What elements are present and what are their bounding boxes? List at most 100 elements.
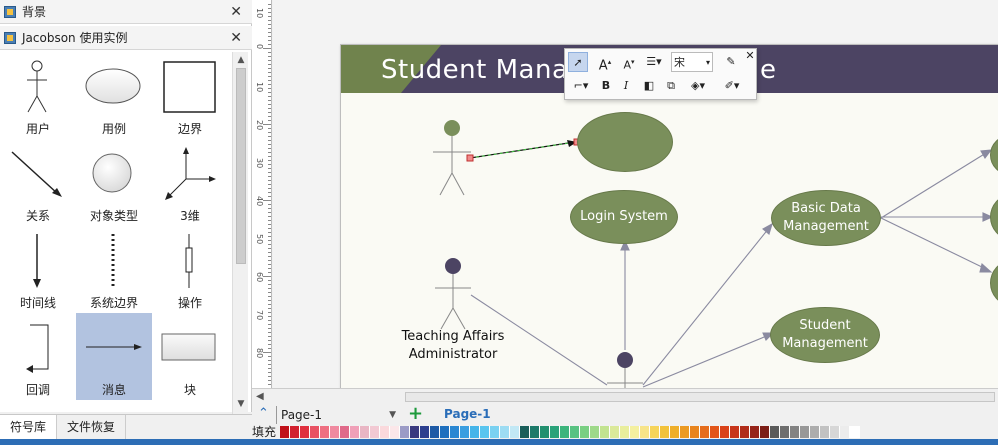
shape-relation[interactable]: 关系 bbox=[0, 139, 76, 226]
font-name-select[interactable]: 宋 ▾ bbox=[671, 52, 713, 72]
color-swatch[interactable] bbox=[600, 426, 610, 438]
color-swatch[interactable] bbox=[620, 426, 630, 438]
close-toolbar-icon[interactable]: ✕ bbox=[745, 46, 755, 66]
color-swatch[interactable] bbox=[460, 426, 470, 438]
decrease-font-icon[interactable]: A▾ bbox=[621, 52, 637, 72]
color-swatch[interactable] bbox=[280, 426, 290, 438]
canvas-hscrollbar[interactable]: ◀ bbox=[252, 388, 998, 405]
color-swatch[interactable] bbox=[290, 426, 300, 438]
color-swatch[interactable] bbox=[680, 426, 690, 438]
tab-page-1[interactable]: Page-1 bbox=[444, 407, 491, 421]
actor-student[interactable] bbox=[433, 120, 471, 196]
color-swatch[interactable] bbox=[390, 426, 400, 438]
color-swatch[interactable] bbox=[400, 426, 410, 438]
actor-teaching-admin[interactable] bbox=[435, 258, 471, 330]
scroll-down-icon[interactable]: ▼ bbox=[236, 399, 246, 409]
scroll-up-icon[interactable]: ▲ bbox=[236, 55, 246, 65]
color-swatch[interactable] bbox=[660, 426, 670, 438]
tab-symbol-library[interactable]: 符号库 bbox=[0, 415, 58, 439]
use-case-empty[interactable] bbox=[577, 112, 673, 172]
color-swatch[interactable] bbox=[540, 426, 550, 438]
fill-color-icon[interactable]: ◈▾ bbox=[685, 76, 711, 96]
color-swatch[interactable] bbox=[300, 426, 310, 438]
color-swatch[interactable] bbox=[580, 426, 590, 438]
color-swatch[interactable] bbox=[570, 426, 580, 438]
connector-handle[interactable] bbox=[466, 154, 474, 162]
color-swatch[interactable] bbox=[650, 426, 660, 438]
color-swatch[interactable] bbox=[670, 426, 680, 438]
tab-file-recovery[interactable]: 文件恢复 bbox=[57, 415, 127, 439]
shape-block[interactable]: 块 bbox=[152, 313, 228, 400]
actor-label-teaching-admin[interactable]: Teaching Affairs Administrator bbox=[393, 328, 513, 364]
hscroll-thumb[interactable] bbox=[405, 392, 995, 402]
pointer-tool-icon[interactable]: ➚ bbox=[568, 52, 588, 72]
color-swatch[interactable] bbox=[520, 426, 530, 438]
color-swatch[interactable] bbox=[640, 426, 650, 438]
scroll-left-icon[interactable]: ◀ bbox=[256, 391, 264, 402]
chevron-up-icon[interactable]: ⌃ bbox=[258, 406, 269, 421]
color-swatch[interactable] bbox=[320, 426, 330, 438]
shape-boundary[interactable]: 边界 bbox=[152, 52, 228, 139]
page-select[interactable]: Page-1 ▼ bbox=[276, 406, 400, 424]
connector-style-icon[interactable]: ⌐▾ bbox=[568, 76, 594, 96]
bring-front-icon[interactable]: ◧ bbox=[641, 76, 657, 96]
color-swatch[interactable] bbox=[380, 426, 390, 438]
color-swatch[interactable] bbox=[590, 426, 600, 438]
shape-timeline[interactable]: 时间线 bbox=[0, 226, 76, 313]
color-swatch[interactable] bbox=[740, 426, 750, 438]
add-page-icon[interactable]: + bbox=[408, 403, 423, 424]
color-swatch[interactable] bbox=[830, 426, 840, 438]
color-swatch[interactable] bbox=[700, 426, 710, 438]
color-swatch[interactable] bbox=[340, 426, 350, 438]
shape-system-boundary[interactable]: 系统边界 bbox=[76, 226, 152, 313]
color-swatch[interactable] bbox=[420, 426, 430, 438]
color-swatch[interactable] bbox=[770, 426, 780, 438]
group-icon[interactable]: ⧉ bbox=[663, 76, 679, 96]
color-swatch[interactable] bbox=[690, 426, 700, 438]
color-swatch[interactable] bbox=[720, 426, 730, 438]
scroll-thumb[interactable] bbox=[236, 68, 246, 264]
align-icon[interactable]: ☰▾ bbox=[643, 52, 665, 72]
use-case-login-system[interactable]: Login System bbox=[570, 190, 678, 244]
color-swatch[interactable] bbox=[450, 426, 460, 438]
color-swatch[interactable] bbox=[560, 426, 570, 438]
color-swatch[interactable] bbox=[730, 426, 740, 438]
shape-operation[interactable]: 操作 bbox=[152, 226, 228, 313]
color-swatch[interactable] bbox=[480, 426, 490, 438]
close-icon[interactable]: ✕ bbox=[230, 30, 242, 46]
color-swatch[interactable] bbox=[440, 426, 450, 438]
color-swatch[interactable] bbox=[530, 426, 540, 438]
shape-callback[interactable]: 回调 bbox=[0, 313, 76, 400]
color-swatch[interactable] bbox=[760, 426, 770, 438]
format-painter-icon[interactable]: ✎ bbox=[723, 52, 739, 72]
color-swatch[interactable] bbox=[610, 426, 620, 438]
shape-object-type[interactable]: 对象类型 bbox=[76, 139, 152, 226]
color-swatch[interactable] bbox=[470, 426, 480, 438]
use-case-basic-data-management[interactable]: Basic Data Management bbox=[771, 190, 881, 246]
actor-system[interactable] bbox=[607, 352, 643, 388]
color-swatch[interactable] bbox=[820, 426, 830, 438]
color-swatch[interactable] bbox=[410, 426, 420, 438]
color-swatch[interactable] bbox=[750, 426, 760, 438]
close-icon[interactable]: ✕ bbox=[230, 4, 242, 20]
color-swatch[interactable] bbox=[850, 426, 860, 438]
color-swatch[interactable] bbox=[630, 426, 640, 438]
color-swatch[interactable] bbox=[800, 426, 810, 438]
color-swatch[interactable] bbox=[840, 426, 850, 438]
color-swatch[interactable] bbox=[330, 426, 340, 438]
color-swatch[interactable] bbox=[790, 426, 800, 438]
color-swatch[interactable] bbox=[370, 426, 380, 438]
color-swatch[interactable] bbox=[780, 426, 790, 438]
color-swatch[interactable] bbox=[550, 426, 560, 438]
color-swatch[interactable] bbox=[510, 426, 520, 438]
color-swatch[interactable] bbox=[710, 426, 720, 438]
color-swatch[interactable] bbox=[360, 426, 370, 438]
color-swatch[interactable] bbox=[350, 426, 360, 438]
shape-actor[interactable]: 用户 bbox=[0, 52, 76, 139]
color-swatch[interactable] bbox=[810, 426, 820, 438]
color-swatch[interactable] bbox=[430, 426, 440, 438]
line-color-icon[interactable]: ✐▾ bbox=[719, 76, 745, 96]
chevron-down-icon[interactable]: ▼ bbox=[389, 406, 396, 424]
italic-icon[interactable]: I bbox=[619, 76, 633, 96]
bold-icon[interactable]: B bbox=[599, 76, 613, 96]
